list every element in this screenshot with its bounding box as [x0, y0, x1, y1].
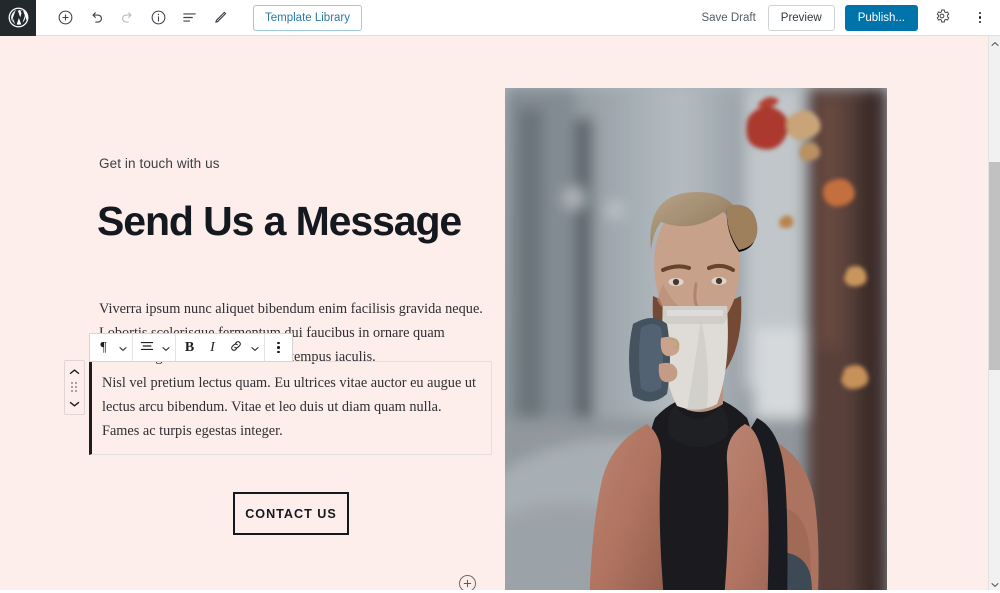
block-type-group: ¶	[90, 334, 133, 361]
editor-tool-icons	[50, 3, 235, 33]
rich-text-group: B I	[176, 334, 265, 361]
edit-mode-button[interactable]	[205, 3, 235, 33]
undo-arrow-icon	[88, 9, 105, 26]
chevron-down-icon	[69, 395, 80, 413]
wordpress-logo-icon	[8, 7, 29, 28]
chevron-down-icon	[161, 340, 170, 355]
settings-button[interactable]	[928, 4, 956, 32]
redo-button[interactable]	[112, 3, 142, 33]
publish-button[interactable]: Publish...	[844, 4, 918, 31]
align-text-icon	[140, 340, 154, 355]
list-view-button[interactable]	[174, 3, 204, 33]
ellipsis-vertical-icon	[978, 11, 982, 24]
block-options-group	[265, 334, 292, 361]
hero-photo[interactable]	[505, 88, 887, 590]
block-appender-button[interactable]	[459, 575, 476, 590]
save-draft-button[interactable]: Save Draft	[699, 8, 757, 28]
scrollbar-down-button[interactable]	[989, 577, 1000, 590]
undo-button[interactable]	[81, 3, 111, 33]
contact-us-button[interactable]: CONTACT US	[233, 492, 349, 535]
move-block-up-button[interactable]	[65, 364, 84, 379]
text-align-button[interactable]	[135, 334, 158, 361]
chevron-down-icon	[250, 340, 259, 355]
drag-handle-icon[interactable]	[70, 382, 80, 393]
more-rich-text-caret-button[interactable]	[247, 334, 262, 361]
block-options-button[interactable]	[267, 334, 290, 361]
move-block-down-button[interactable]	[65, 396, 84, 411]
alignment-caret-button[interactable]	[158, 334, 173, 361]
chevron-down-icon	[118, 340, 127, 355]
block-type-caret-button[interactable]	[115, 334, 130, 361]
wordpress-logo-button[interactable]	[0, 0, 36, 36]
add-block-button[interactable]	[50, 3, 80, 33]
page-title[interactable]: Send Us a Message	[97, 198, 462, 245]
alignment-group	[133, 334, 176, 361]
list-view-icon	[181, 9, 198, 26]
block-mover-controls	[64, 360, 85, 415]
circle-plus-icon	[57, 9, 74, 26]
editor-top-bar: Template Library Save Draft Preview Publ…	[0, 0, 1000, 36]
editor-canvas[interactable]: Get in touch with us Send Us a Message V…	[0, 36, 988, 590]
template-library-button[interactable]: Template Library	[253, 4, 363, 31]
selected-paragraph-block[interactable]: Nisl vel pretium lectus quam. Eu ultrice…	[89, 361, 492, 456]
pencil-icon	[212, 9, 229, 26]
bold-button[interactable]: B	[178, 334, 201, 361]
vertical-scrollbar[interactable]	[988, 36, 1000, 590]
details-button[interactable]	[143, 3, 173, 33]
preview-button[interactable]: Preview	[767, 4, 835, 31]
chevron-up-icon	[69, 363, 80, 381]
scrollbar-up-button[interactable]	[989, 36, 1000, 49]
content-column: Get in touch with us Send Us a Message V…	[0, 36, 500, 590]
gear-icon	[934, 8, 950, 27]
italic-button[interactable]: I	[201, 334, 224, 361]
paragraph-block-type-button[interactable]: ¶	[92, 334, 115, 361]
block-format-toolbar: ¶ B I	[89, 333, 293, 362]
redo-arrow-icon	[119, 9, 136, 26]
ellipsis-vertical-icon	[277, 341, 280, 354]
info-circle-icon	[150, 9, 167, 26]
eyebrow-text[interactable]: Get in touch with us	[99, 156, 220, 171]
link-chain-icon	[229, 339, 243, 356]
more-options-button[interactable]	[966, 4, 994, 32]
scroll-up-arrow-icon	[990, 34, 999, 52]
topbar-right-actions: Save Draft Preview Publish...	[699, 4, 1000, 32]
link-button[interactable]	[224, 334, 247, 361]
circle-plus-icon	[463, 576, 472, 590]
scrollbar-thumb[interactable]	[989, 162, 1000, 370]
paragraph-block-two[interactable]: Nisl vel pretium lectus quam. Eu ultrice…	[102, 371, 481, 443]
hero-photo-graphic	[505, 88, 887, 590]
